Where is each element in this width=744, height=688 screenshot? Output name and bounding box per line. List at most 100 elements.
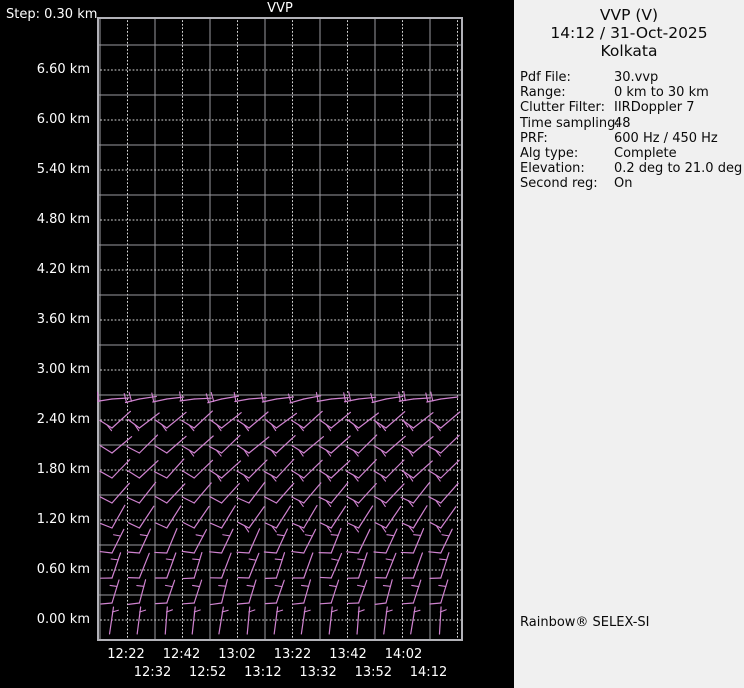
- vvp-window: Step: 0.30 km VVP 6.60 km 6.00 km 5.40 km 4…: [0, 0, 744, 688]
- product-title: VVP (V): [599, 6, 659, 24]
- y-axis-label: 0.60 km: [36, 562, 90, 577]
- wind-barb: [209, 505, 236, 529]
- x-axis-time-label: 12:52: [188, 665, 227, 680]
- brand-footer: Rainbow® SELEX-SI: [520, 615, 650, 630]
- y-axis-label: 6.60 km: [36, 62, 90, 77]
- x-axis-time-label: 13:02: [218, 647, 256, 662]
- wind-barb: [100, 579, 120, 605]
- wind-barb: [263, 528, 288, 554]
- wind-barb: [218, 606, 229, 635]
- step-label: Step: 0.30 km: [6, 7, 98, 22]
- wind-barb: [237, 506, 265, 533]
- wind-barb: [401, 552, 423, 579]
- wind-barb: [429, 579, 449, 605]
- param-label: Second reg:: [520, 176, 598, 192]
- wind-barb: [210, 579, 228, 606]
- wind-profile-plot: [97, 17, 463, 641]
- param-value: 0 km to 30 km: [614, 85, 709, 101]
- wind-barb: [347, 552, 368, 579]
- wind-barb: [155, 552, 177, 579]
- wind-barb: [428, 411, 461, 432]
- wind-barb: [429, 506, 457, 533]
- param-row: Second reg: On: [520, 176, 744, 191]
- plot-title: VVP: [267, 1, 293, 16]
- wind-barb: [427, 434, 460, 457]
- wind-barb: [383, 606, 393, 635]
- wind-barb: [182, 579, 203, 605]
- param-value: 0.2 deg to 21.0 deg: [614, 161, 743, 177]
- param-label: Elevation:: [520, 161, 585, 177]
- wind-barb: [273, 606, 284, 635]
- x-axis-time-label: 13:22: [273, 647, 312, 662]
- wind-barb: [319, 552, 343, 579]
- wind-barb: [246, 606, 256, 635]
- y-axis-label: 3.00 km: [36, 362, 90, 377]
- y-axis-label: 5.40 km: [36, 162, 90, 177]
- y-axis-label: 1.20 km: [36, 512, 90, 527]
- wind-barb: [151, 392, 185, 403]
- wind-barb: [99, 482, 130, 504]
- wind-barb: [263, 482, 295, 504]
- wind-barb: [373, 411, 406, 432]
- wind-barb: [153, 458, 185, 479]
- param-row: Alg type: Complete: [520, 146, 744, 161]
- param-label: Alg type:: [520, 146, 579, 162]
- wind-barb: [373, 435, 406, 457]
- wind-barb: [263, 458, 295, 482]
- wind-barb: [346, 579, 368, 605]
- wind-barb: [263, 435, 296, 457]
- y-axis-label: 1.80 km: [36, 462, 90, 477]
- param-value: IIRDoppler 7: [614, 100, 695, 116]
- wind-barb: [127, 552, 150, 579]
- wind-barb: [346, 528, 371, 554]
- wind-barb: [401, 412, 434, 432]
- wind-barb: [401, 460, 433, 482]
- wind-barb: [318, 411, 352, 432]
- wind-barb: [237, 579, 257, 605]
- wind-barb: [154, 411, 187, 432]
- wind-barb: [181, 435, 214, 457]
- param-row: Range: 0 km to 30 km: [520, 85, 744, 100]
- wind-barb: [345, 459, 377, 482]
- wind-barb: [373, 459, 405, 482]
- wind-barb: [154, 483, 186, 504]
- param-label: PRF:: [520, 130, 548, 146]
- wind-barb: [292, 504, 318, 533]
- wind-barb: [319, 505, 347, 533]
- x-axis-time-label: 13:42: [329, 647, 367, 662]
- wind-barb: [346, 412, 380, 432]
- wind-barb: [108, 606, 119, 635]
- wind-barb: [99, 459, 131, 479]
- wind-barb: [264, 412, 298, 432]
- param-row: Pdf File: 30.vvp: [520, 70, 744, 85]
- wind-barb: [401, 579, 422, 605]
- x-axis-time-label: 13:12: [244, 665, 282, 680]
- wind-barb: [155, 505, 182, 529]
- y-axis-label: 4.80 km: [36, 212, 90, 227]
- wind-barb: [181, 529, 208, 554]
- wind-barb: [181, 482, 212, 504]
- panel-header: VVP (V) 14:12 / 31-Oct-2025 Kolkata: [514, 0, 744, 60]
- wind-barb: [264, 579, 285, 605]
- wind-barb: [126, 434, 159, 454]
- param-label: Clutter Filter:: [520, 100, 605, 116]
- parameter-list: Pdf File: 30.vvp Range: 0 km to 30 km Clutte…: [514, 70, 744, 192]
- param-value: 600 Hz / 450 Hz: [614, 130, 718, 146]
- wind-barb: [236, 528, 261, 554]
- wind-barb: [374, 505, 402, 533]
- wind-barb: [328, 606, 338, 635]
- wind-barb: [291, 459, 323, 482]
- wind-barbs-layer: [97, 390, 461, 635]
- wind-barb: [425, 391, 459, 403]
- x-axis-time-label: 14:12: [409, 665, 448, 680]
- wind-barb: [429, 552, 450, 579]
- wind-barb: [100, 552, 122, 579]
- x-axis-time-label: 13:52: [354, 665, 393, 680]
- wind-barb: [154, 528, 178, 554]
- wind-barb: [209, 412, 242, 432]
- param-value: 30.vvp: [614, 70, 659, 85]
- param-row: Elevation: 0.2 deg to 21.0 deg: [520, 161, 744, 176]
- wind-barb: [181, 410, 213, 432]
- wind-barb: [182, 551, 203, 580]
- wind-barb: [300, 606, 311, 635]
